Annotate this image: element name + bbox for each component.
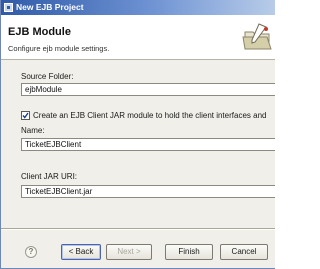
- client-name-input[interactable]: [21, 138, 275, 151]
- client-jar-uri-label: Client JAR URI:: [21, 172, 78, 181]
- check-mark-icon: [22, 112, 29, 119]
- wizard-content: Source Folder: Create an EJB Client JAR …: [1, 61, 275, 226]
- button-bar-separator: [1, 228, 275, 230]
- wizard-banner: EJB Module Configure ejb module settings…: [1, 15, 275, 60]
- source-folder-label: Source Folder:: [21, 72, 74, 81]
- next-button[interactable]: Next >: [106, 244, 152, 260]
- create-client-jar-checkbox[interactable]: [21, 111, 30, 120]
- help-icon[interactable]: ?: [25, 246, 37, 258]
- source-folder-input[interactable]: [21, 83, 275, 96]
- client-jar-uri-input[interactable]: [21, 185, 275, 198]
- name-label: Name:: [21, 126, 45, 135]
- page-description: Configure ejb module settings.: [8, 44, 110, 53]
- new-ejb-project-dialog: New EJB Project EJB Module Configure ejb…: [0, 0, 275, 269]
- eclipse-window-icon: [4, 3, 13, 12]
- title-bar[interactable]: New EJB Project: [1, 0, 275, 15]
- window-title: New EJB Project: [16, 2, 84, 12]
- back-button[interactable]: < Back: [61, 244, 101, 260]
- page-title: EJB Module: [8, 26, 71, 38]
- cancel-button[interactable]: Cancel: [220, 244, 268, 260]
- finish-button[interactable]: Finish: [165, 244, 213, 260]
- wizard-folder-icon: [242, 23, 272, 50]
- create-client-jar-label: Create an EJB Client JAR module to hold …: [33, 111, 267, 120]
